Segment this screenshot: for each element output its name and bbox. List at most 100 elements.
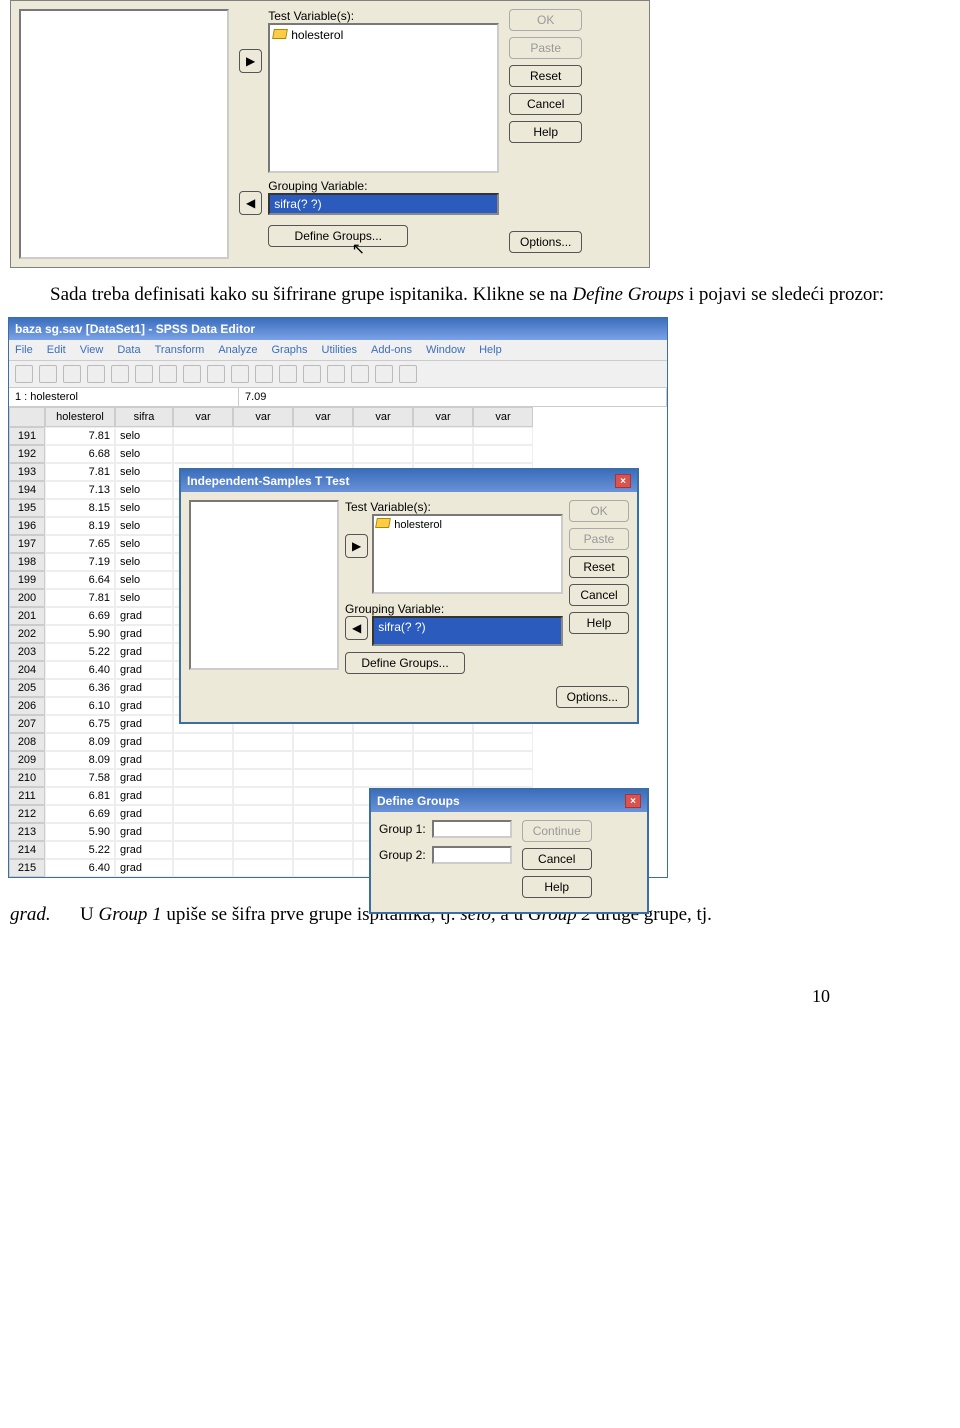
data-cell[interactable]: selo [115, 463, 173, 481]
data-cell[interactable]: 8.09 [45, 733, 115, 751]
empty-cell[interactable] [293, 769, 353, 787]
empty-cell[interactable] [233, 841, 293, 859]
ok-button[interactable]: OK [509, 9, 582, 31]
ind-options-button[interactable]: Options... [556, 686, 629, 708]
column-header[interactable]: var [173, 407, 233, 427]
data-cell[interactable]: grad [115, 805, 173, 823]
empty-cell[interactable] [473, 733, 533, 751]
continue-button[interactable]: Continue [522, 820, 592, 842]
ind-testvar-item[interactable]: holesterol [394, 519, 442, 531]
row-header[interactable]: 201 [9, 607, 45, 625]
row-header[interactable]: 200 [9, 589, 45, 607]
data-cell[interactable]: grad [115, 769, 173, 787]
toolbar-icon[interactable] [207, 365, 225, 383]
empty-cell[interactable] [293, 859, 353, 877]
row-header[interactable]: 207 [9, 715, 45, 733]
empty-cell[interactable] [473, 427, 533, 445]
paste-button[interactable]: Paste [509, 37, 582, 59]
data-cell[interactable]: selo [115, 517, 173, 535]
row-header[interactable]: 195 [9, 499, 45, 517]
menu-item-analyze[interactable]: Analyze [218, 344, 257, 356]
empty-cell[interactable] [293, 787, 353, 805]
empty-cell[interactable] [413, 733, 473, 751]
menu-item-edit[interactable]: Edit [47, 344, 66, 356]
ind-ok-button[interactable]: OK [569, 500, 629, 522]
data-cell[interactable]: 6.40 [45, 859, 115, 877]
data-cell[interactable]: 5.90 [45, 823, 115, 841]
data-cell[interactable]: 7.65 [45, 535, 115, 553]
toolbar-icon[interactable] [135, 365, 153, 383]
empty-cell[interactable] [473, 751, 533, 769]
menu-item-help[interactable]: Help [479, 344, 502, 356]
empty-cell[interactable] [233, 733, 293, 751]
data-cell[interactable]: grad [115, 823, 173, 841]
row-header[interactable]: 192 [9, 445, 45, 463]
row-header[interactable]: 211 [9, 787, 45, 805]
arrow-left-button[interactable]: ◀ [239, 191, 262, 215]
data-cell[interactable]: 5.22 [45, 643, 115, 661]
toolbar-icon[interactable] [375, 365, 393, 383]
row-header[interactable]: 212 [9, 805, 45, 823]
empty-cell[interactable] [413, 751, 473, 769]
empty-cell[interactable] [173, 859, 233, 877]
empty-cell[interactable] [233, 859, 293, 877]
row-header[interactable]: 206 [9, 697, 45, 715]
menu-item-add-ons[interactable]: Add-ons [371, 344, 412, 356]
ind-arrow-right[interactable]: ▶ [345, 534, 368, 558]
toolbar-icon[interactable] [159, 365, 177, 383]
row-header[interactable]: 196 [9, 517, 45, 535]
data-cell[interactable]: 6.36 [45, 679, 115, 697]
test-variables-list[interactable]: holesterol [268, 23, 499, 173]
data-cell[interactable]: 7.81 [45, 427, 115, 445]
empty-cell[interactable] [353, 769, 413, 787]
empty-cell[interactable] [233, 427, 293, 445]
source-variables-list[interactable] [19, 9, 229, 259]
toolbar-icon[interactable] [183, 365, 201, 383]
menu-item-view[interactable]: View [80, 344, 104, 356]
data-cell[interactable]: 6.81 [45, 787, 115, 805]
row-header[interactable]: 209 [9, 751, 45, 769]
empty-cell[interactable] [173, 787, 233, 805]
empty-cell[interactable] [293, 805, 353, 823]
toolbar-icon[interactable] [327, 365, 345, 383]
toolbar-icon[interactable] [351, 365, 369, 383]
empty-cell[interactable] [233, 769, 293, 787]
row-header[interactable]: 199 [9, 571, 45, 589]
data-cell[interactable]: 8.15 [45, 499, 115, 517]
menu-item-transform[interactable]: Transform [155, 344, 205, 356]
menu-item-file[interactable]: File [15, 344, 33, 356]
toolbar-icon[interactable] [399, 365, 417, 383]
toolbar-icon[interactable] [279, 365, 297, 383]
ind-arrow-left[interactable]: ◀ [345, 616, 368, 640]
data-cell[interactable]: 6.69 [45, 607, 115, 625]
test-variable-item[interactable]: holesterol [291, 28, 343, 42]
data-cell[interactable]: grad [115, 661, 173, 679]
toolbar-icon[interactable] [15, 365, 33, 383]
row-header[interactable]: 203 [9, 643, 45, 661]
data-cell[interactable]: 6.69 [45, 805, 115, 823]
empty-cell[interactable] [293, 823, 353, 841]
empty-cell[interactable] [473, 769, 533, 787]
options-button[interactable]: Options... [509, 231, 582, 253]
empty-cell[interactable] [473, 445, 533, 463]
close-icon[interactable]: × [625, 794, 641, 808]
empty-cell[interactable] [173, 733, 233, 751]
row-header[interactable]: 210 [9, 769, 45, 787]
column-header[interactable]: var [473, 407, 533, 427]
data-cell[interactable]: grad [115, 751, 173, 769]
toolbar-icon[interactable] [87, 365, 105, 383]
data-cell[interactable]: 6.40 [45, 661, 115, 679]
data-cell[interactable]: selo [115, 571, 173, 589]
ind-help-button[interactable]: Help [569, 612, 629, 634]
row-header[interactable]: 197 [9, 535, 45, 553]
data-cell[interactable]: grad [115, 607, 173, 625]
menu-item-window[interactable]: Window [426, 344, 465, 356]
empty-cell[interactable] [293, 427, 353, 445]
data-cell[interactable]: 8.19 [45, 517, 115, 535]
row-header[interactable]: 194 [9, 481, 45, 499]
empty-cell[interactable] [413, 445, 473, 463]
empty-cell[interactable] [233, 787, 293, 805]
empty-cell[interactable] [293, 733, 353, 751]
empty-cell[interactable] [173, 445, 233, 463]
toolbar-icon[interactable] [63, 365, 81, 383]
